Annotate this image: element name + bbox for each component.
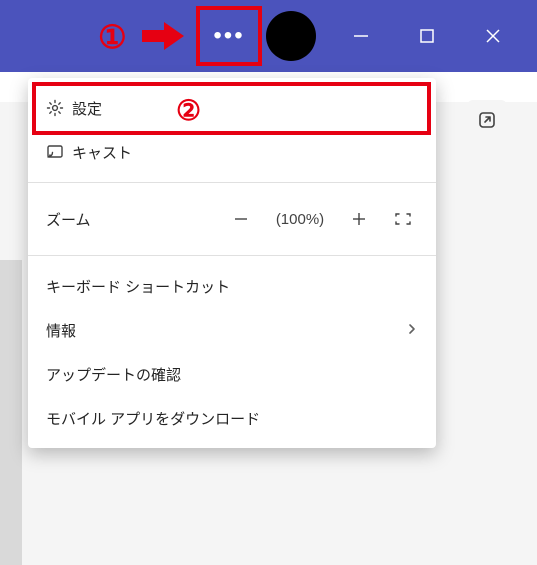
gear-icon <box>46 99 72 117</box>
menu-item-download-mobile[interactable]: モバイル アプリをダウンロード <box>28 396 436 440</box>
zoom-label: ズーム <box>46 209 91 230</box>
chevron-right-icon <box>406 322 418 339</box>
menu-item-label: 設定 <box>72 98 102 119</box>
menu-item-keyboard-shortcuts[interactable]: キーボード ショートカット <box>28 264 436 308</box>
menu-item-zoom: ズーム (100%) <box>28 191 436 247</box>
menu-separator <box>28 182 436 183</box>
zoom-out-button[interactable] <box>226 204 256 234</box>
menu-item-cast[interactable]: キャスト <box>28 130 436 174</box>
menu-item-label: キャスト <box>72 142 132 163</box>
menu-item-label: アップデートの確認 <box>46 364 181 385</box>
cast-icon <box>46 143 72 161</box>
menu-item-label: 情報 <box>46 320 76 341</box>
maximize-button[interactable] <box>403 12 451 60</box>
zoom-in-button[interactable] <box>344 204 374 234</box>
annotation-step-1: ① <box>98 18 127 56</box>
close-button[interactable] <box>469 12 517 60</box>
minimize-icon <box>352 27 370 45</box>
minus-icon <box>233 211 249 227</box>
profile-avatar[interactable] <box>266 11 316 61</box>
annotation-arrow-icon <box>140 18 186 54</box>
plus-icon <box>351 211 367 227</box>
close-icon <box>484 27 502 45</box>
more-options-icon: ••• <box>213 24 244 48</box>
background-strip <box>0 260 22 565</box>
menu-item-check-updates[interactable]: アップデートの確認 <box>28 352 436 396</box>
zoom-value: (100%) <box>270 211 330 228</box>
menu-item-settings[interactable]: 設定 <box>28 86 436 130</box>
fullscreen-icon <box>394 212 412 226</box>
menu-item-label: キーボード ショートカット <box>46 276 230 297</box>
menu-item-label: モバイル アプリをダウンロード <box>46 408 260 429</box>
titlebar: ① ••• <box>0 0 537 72</box>
popout-icon <box>477 110 497 130</box>
menu-item-about[interactable]: 情報 <box>28 308 436 352</box>
zoom-controls: (100%) <box>226 204 418 234</box>
maximize-icon <box>418 27 436 45</box>
more-options-button[interactable]: ••• <box>196 6 262 66</box>
overflow-menu: ② 設定 キャスト ズーム (100%) キーボード ショートカ <box>28 78 436 448</box>
fullscreen-button[interactable] <box>388 204 418 234</box>
menu-separator <box>28 255 436 256</box>
minimize-button[interactable] <box>337 12 385 60</box>
popout-button[interactable] <box>467 100 507 140</box>
